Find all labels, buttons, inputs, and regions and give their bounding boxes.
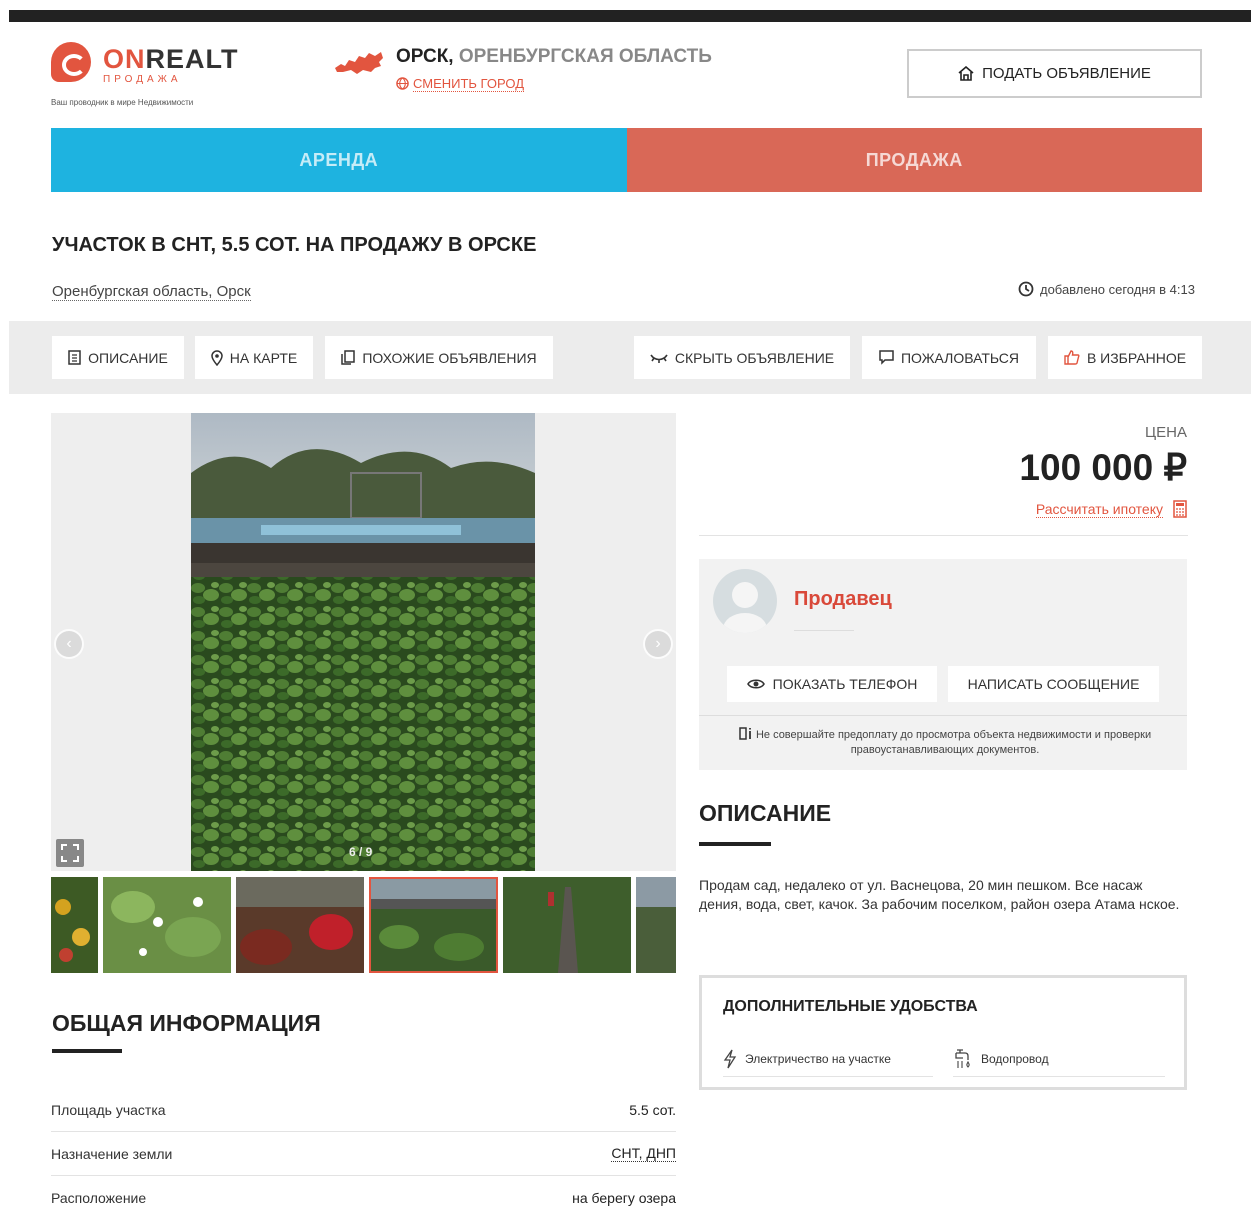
amenities-heading: ДОПОЛНИТЕЛЬНЫЕ УДОБСТВА	[723, 998, 978, 1015]
thumbs-up-icon	[1064, 350, 1080, 365]
photo-gallery[interactable]: ‹ › 6 / 9	[51, 413, 676, 871]
heading-underline	[699, 842, 771, 846]
globe-icon	[396, 77, 409, 90]
photo-thumbnail-active[interactable]	[369, 877, 498, 973]
photo-thumbnail[interactable]	[51, 877, 98, 973]
fullscreen-icon[interactable]	[56, 839, 84, 867]
post-ad-label: ПОДАТЬ ОБЪЯВЛЕНИЕ	[982, 65, 1151, 82]
main-photo	[191, 413, 535, 871]
water-tap-icon	[955, 1048, 970, 1068]
info-row-area: Площадь участка 5.5 сот.	[51, 1088, 676, 1132]
clock-icon	[1018, 281, 1034, 297]
info-label: Расположение	[51, 1189, 147, 1206]
logo-subtitle: ПРОДАЖА	[103, 74, 182, 85]
next-photo-button[interactable]: ›	[643, 629, 673, 659]
russia-map-icon	[335, 52, 383, 74]
logo-name: ONREALT	[103, 44, 239, 74]
eye-icon	[746, 679, 765, 689]
top-bar	[9, 10, 1251, 22]
seller-card: Продавец ПОКАЗАТЬ ТЕЛЕФОН НАПИСАТЬ СООБЩ…	[699, 559, 1187, 770]
eye-closed-icon	[650, 353, 668, 363]
info-label: Назначение земли	[51, 1145, 173, 1162]
price-label: ЦЕНА	[1145, 424, 1187, 441]
photo-thumbnails	[51, 877, 676, 973]
tab-rent[interactable]: АРЕНДА	[51, 128, 627, 192]
heading-underline	[52, 1049, 122, 1053]
tab-sale[interactable]: ПРОДАЖА	[626, 128, 1202, 192]
site-logo[interactable]: ONREALT ПРОДАЖА Ваш проводник в мире Нед…	[51, 40, 261, 110]
photo-counter: 6 / 9	[349, 845, 373, 859]
listing-added-time: добавлено сегодня в 4:13	[1018, 281, 1195, 297]
photo-thumbnail[interactable]	[236, 877, 364, 973]
speech-bubble-icon	[879, 350, 894, 365]
info-value: на берегу озера	[572, 1189, 676, 1206]
mortgage-calculator-link[interactable]: Рассчитать ипотеку	[1035, 500, 1187, 518]
calculator-icon	[1173, 500, 1187, 518]
description-text: Продам сад, недалеко от ул. Васнецова, 2…	[699, 877, 1180, 912]
logo-tagline: Ваш проводник в мире Недвижимости	[51, 98, 194, 107]
amenity-item: Электричество на участке	[723, 1041, 933, 1077]
photo-thumbnail[interactable]	[103, 877, 231, 973]
info-document-icon	[739, 727, 751, 740]
seller-divider	[794, 630, 854, 631]
complain-button[interactable]: ПОЖАЛОВАТЬСЯ	[862, 336, 1036, 379]
general-info-heading: ОБЩАЯ ИНФОРМАЦИЯ	[52, 1010, 321, 1036]
price-value: 100 000 ₽	[1019, 447, 1187, 488]
listing-title: УЧАСТОК В СНТ, 5.5 СОТ. НА ПРОДАЖУ В ОРС…	[52, 234, 537, 256]
add-to-favorites-button[interactable]: В ИЗБРАННОЕ	[1048, 336, 1202, 379]
post-ad-button[interactable]: ПОДАТЬ ОБЪЯВЛЕНИЕ	[907, 49, 1202, 98]
price-divider	[699, 535, 1188, 536]
listing-location-link[interactable]: Оренбургская область, Орск	[52, 283, 251, 301]
info-row-land-purpose: Назначение земли СНТ, ДНП	[51, 1132, 676, 1176]
description-heading: ОПИСАНИЕ	[699, 800, 832, 826]
send-message-button[interactable]: НАПИСАТЬ СООБЩЕНИЕ	[948, 666, 1159, 702]
prepayment-warning: Не совершайте предоплату до просмотра об…	[719, 727, 1171, 758]
prev-photo-button[interactable]: ‹	[54, 629, 84, 659]
info-value-link[interactable]: СНТ, ДНП	[611, 1145, 676, 1162]
info-row-location: Расположение на берегу озера	[51, 1176, 676, 1214]
lightning-icon	[723, 1049, 737, 1068]
deal-type-tabs: АРЕНДА ПРОДАЖА	[51, 128, 1202, 192]
copy-icon	[341, 350, 356, 365]
logo-house-icon	[51, 42, 91, 82]
info-value: 5.5 сот.	[629, 1101, 676, 1118]
show-phone-button[interactable]: ПОКАЗАТЬ ТЕЛЕФОН	[727, 666, 937, 702]
photo-thumbnail[interactable]	[636, 877, 676, 973]
amenities-box: ДОПОЛНИТЕЛЬНЫЕ УДОБСТВА Электричество на…	[699, 975, 1187, 1090]
amenity-item: Водопровод	[953, 1041, 1165, 1077]
seller-name: Продавец	[794, 588, 892, 610]
home-icon	[958, 66, 974, 81]
seller-note-divider	[699, 715, 1187, 716]
photo-thumbnail[interactable]	[503, 877, 631, 973]
seller-avatar	[713, 569, 777, 633]
document-icon	[68, 350, 81, 365]
hide-listing-button[interactable]: СКРЫТЬ ОБЪЯВЛЕНИЕ	[634, 336, 850, 379]
map-pin-icon	[211, 349, 223, 366]
listing-action-bar: ОПИСАНИЕ НА КАРТЕ ПОХОЖИЕ ОБЪЯВЛЕНИЯ СКР…	[9, 321, 1251, 394]
change-city-link[interactable]: СМЕНИТЬ ГОРОД	[396, 76, 524, 92]
similar-listings-button[interactable]: ПОХОЖИЕ ОБЪЯВЛЕНИЯ	[325, 336, 553, 379]
description-anchor-button[interactable]: ОПИСАНИЕ	[52, 336, 184, 379]
current-city: ОРСК, ОРЕНБУРГСКАЯ ОБЛАСТЬ	[396, 46, 712, 67]
info-label: Площадь участка	[51, 1101, 166, 1118]
map-anchor-button[interactable]: НА КАРТЕ	[195, 336, 313, 379]
